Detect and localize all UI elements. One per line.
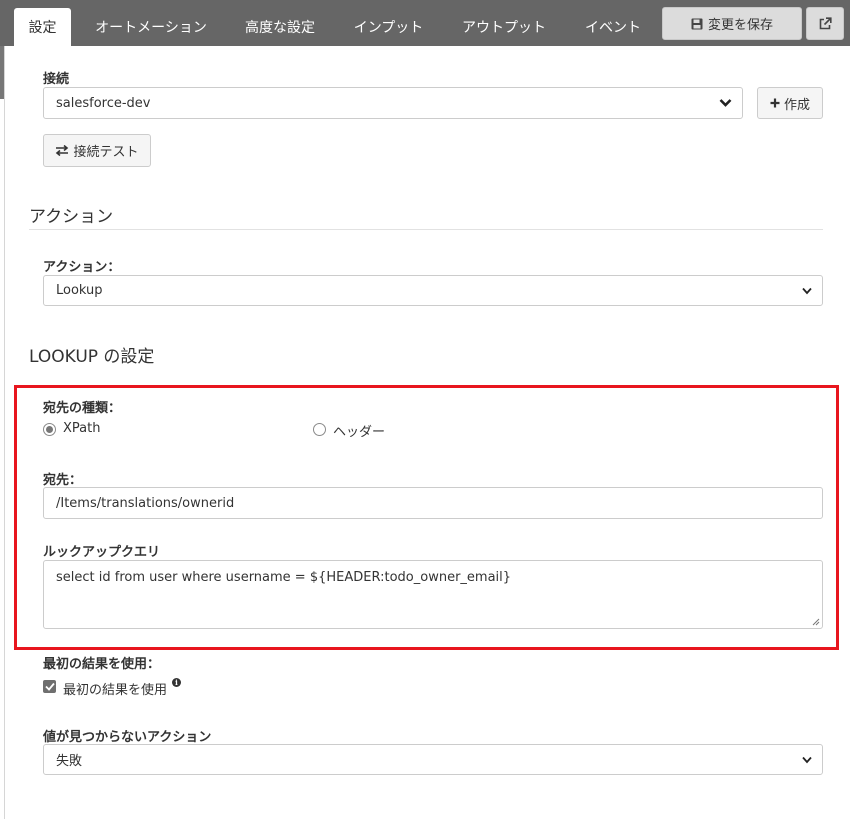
tab-settings[interactable]: 設定 [14, 8, 71, 46]
connection-value: salesforce-dev [56, 95, 151, 111]
left-edge-border [4, 46, 5, 819]
destination-value: /Items/translations/ownerid [56, 495, 235, 511]
resize-grip-icon[interactable] [812, 618, 820, 626]
first-result-checkbox-label: 最初の結果を使用 [63, 683, 168, 698]
create-connection-label: 作成 [783, 97, 810, 113]
tab-output[interactable]: アウトプット [450, 8, 558, 46]
info-icon[interactable]: i [172, 678, 181, 687]
connection-label: 接続 [43, 72, 70, 87]
destination-type-label: 宛先の種類： [43, 401, 122, 416]
lookup-section-title: LOOKUP の設定 [29, 347, 155, 367]
first-result-label: 最初の結果を使用： [43, 657, 161, 672]
lookup-query-value: select id from user where username = ${H… [56, 570, 512, 585]
check-icon [44, 682, 55, 691]
select-arrow-icon [802, 756, 812, 763]
external-link-icon [819, 17, 832, 30]
tab-advanced[interactable]: 高度な設定 [232, 8, 328, 46]
destination-label: 宛先： [43, 473, 83, 488]
destination-input[interactable]: /Items/translations/ownerid [43, 487, 823, 519]
lookup-query-textarea[interactable]: select id from user where username = ${H… [43, 560, 823, 629]
not-found-action-select[interactable]: 失敗 [43, 744, 823, 775]
test-connection-label: 接続テスト [73, 145, 139, 160]
connection-select[interactable]: salesforce-dev [43, 87, 743, 119]
save-changes-button[interactable]: 変更を保存 [662, 7, 802, 40]
action-section-title: アクション [29, 207, 114, 227]
open-external-button[interactable] [806, 7, 844, 40]
create-connection-button[interactable]: 作成 [757, 87, 823, 119]
exchange-icon [56, 145, 69, 156]
radio-header-label: ヘッダー [333, 425, 386, 440]
top-tab-bar: 設定 オートメーション 高度な設定 インプット アウトプット イベント 変更を保… [0, 0, 850, 46]
floppy-icon [691, 18, 703, 29]
save-changes-label: 変更を保存 [707, 18, 773, 33]
radio-header[interactable] [313, 423, 326, 436]
action-select[interactable]: Lookup [43, 275, 823, 306]
tab-events[interactable]: イベント [572, 8, 654, 46]
action-section-divider [29, 229, 823, 230]
not-found-action-value: 失敗 [56, 754, 83, 769]
tab-automation[interactable]: オートメーション [84, 8, 218, 46]
tab-input[interactable]: インプット [341, 8, 436, 46]
action-label: アクション： [43, 260, 121, 275]
chevron-down-icon [719, 99, 732, 107]
test-connection-button[interactable]: 接続テスト [43, 134, 151, 167]
radio-xpath-label: XPath [63, 421, 101, 436]
plus-icon [770, 98, 780, 108]
select-arrow-icon [802, 287, 812, 294]
not-found-action-label: 値が見つからないアクション [43, 730, 212, 745]
lookup-query-label: ルックアップクエリ [43, 545, 161, 560]
action-value: Lookup [56, 283, 103, 298]
radio-xpath[interactable] [43, 423, 56, 436]
first-result-checkbox[interactable] [43, 680, 56, 693]
